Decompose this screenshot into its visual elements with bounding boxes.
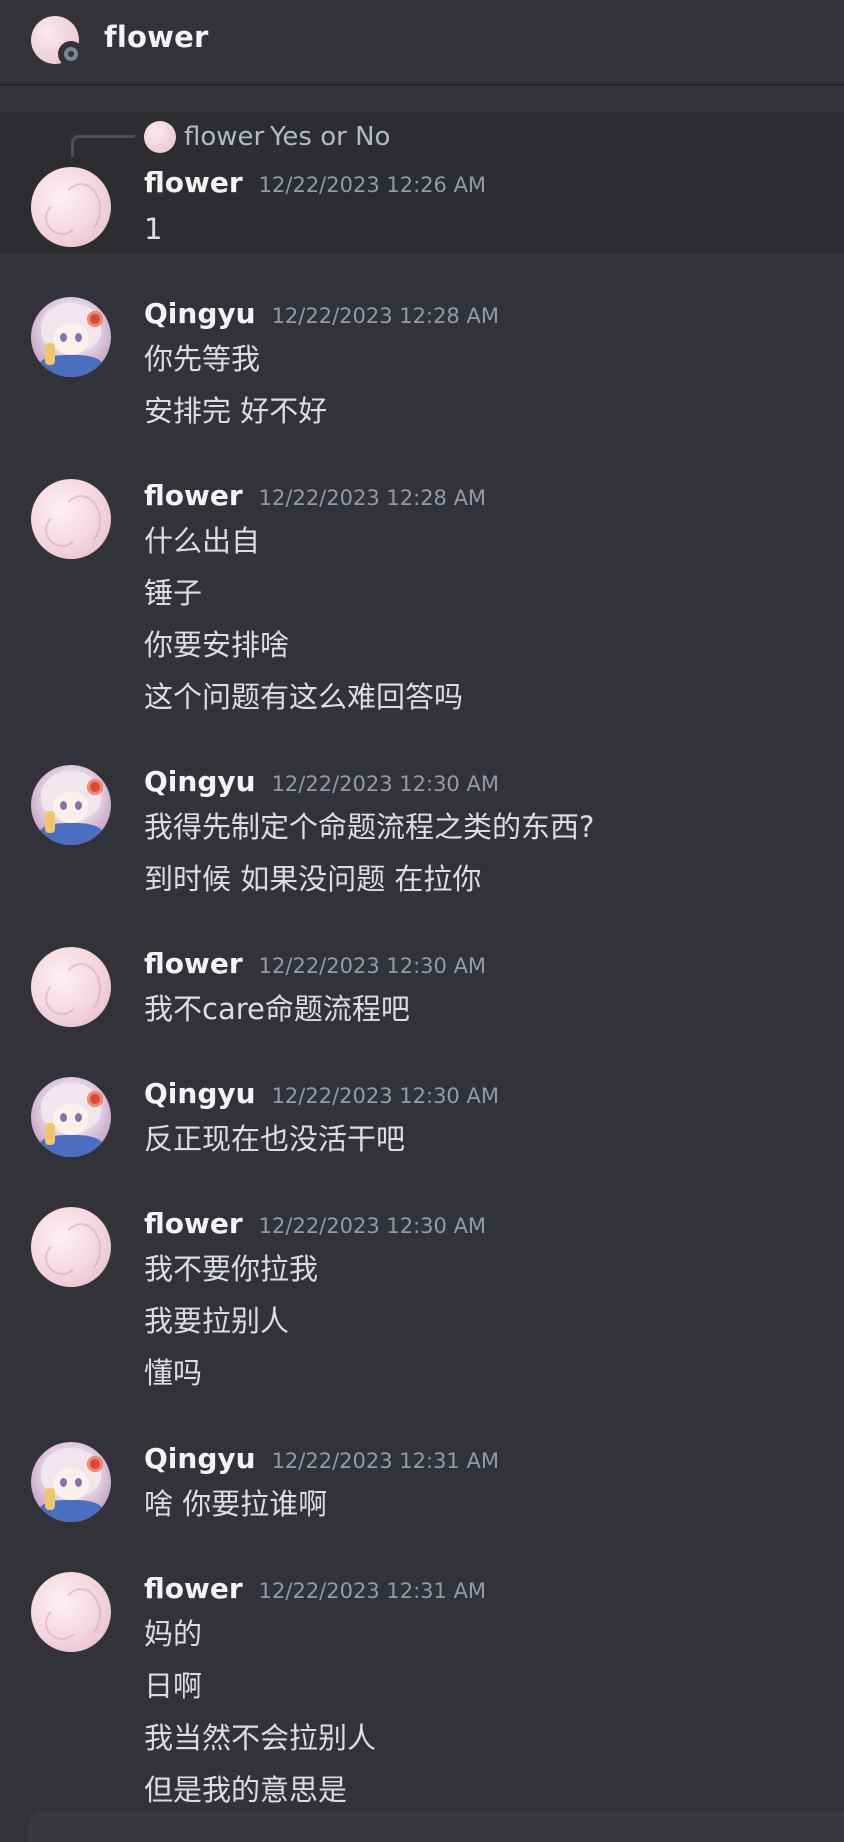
message-text: 安排完 好不好 <box>144 394 328 428</box>
message-text: 锤子 <box>144 576 203 610</box>
message-timestamp: 12/22/2023 12:30 AM <box>271 772 499 796</box>
message-timestamp: 12/22/2023 12:26 AM <box>258 173 487 197</box>
message-author[interactable]: Qingyu <box>144 1442 256 1475</box>
message-timestamp: 12/22/2023 12:30 AM <box>271 1084 499 1108</box>
message-text: 我不要你拉我 <box>144 1252 319 1286</box>
message-text: 我得先制定个命题流程之类的东西? <box>144 810 595 844</box>
message-author[interactable]: flower <box>144 1572 243 1605</box>
message-author[interactable]: flower <box>144 1207 243 1240</box>
message-text: 我要拉别人 <box>144 1304 290 1338</box>
message-author[interactable]: flower <box>144 947 243 980</box>
avatar[interactable] <box>31 1207 111 1287</box>
message-timestamp: 12/22/2023 12:28 AM <box>258 486 487 510</box>
message-text: 但是我的意思是 <box>144 1773 348 1807</box>
avatar[interactable] <box>31 479 111 559</box>
message-text: 反正现在也没活干吧 <box>144 1122 406 1156</box>
message-author[interactable]: Qingyu <box>144 297 256 330</box>
message-text: 你要安排啥 <box>144 628 290 662</box>
message-author[interactable]: flower <box>144 479 243 512</box>
avatar[interactable] <box>31 1077 111 1157</box>
avatar[interactable] <box>31 167 111 247</box>
avatar[interactable] <box>31 1442 111 1522</box>
message-text: 你先等我 <box>144 342 261 376</box>
reply-avatar[interactable] <box>144 121 176 153</box>
avatar[interactable] <box>31 297 111 377</box>
message-timestamp: 12/22/2023 12:31 AM <box>258 1579 487 1603</box>
message-text: 我当然不会拉别人 <box>144 1721 377 1755</box>
message-text: 啥 你要拉谁啊 <box>144 1487 328 1521</box>
message-author[interactable]: Qingyu <box>144 1077 256 1110</box>
reply-spine-icon <box>71 135 135 157</box>
reply-preview-text[interactable]: Yes or No <box>270 121 390 153</box>
message-text: 到时候 如果没问题 在拉你 <box>144 862 482 896</box>
channel-title[interactable]: flower <box>104 20 208 54</box>
message-text: 妈的 <box>144 1617 203 1651</box>
message-composer[interactable] <box>28 1812 844 1842</box>
message-author[interactable]: flower <box>144 166 243 199</box>
message-timestamp: 12/22/2023 12:30 AM <box>258 954 487 978</box>
message-author[interactable]: Qingyu <box>144 765 256 798</box>
message-text: 这个问题有这么难回答吗 <box>144 680 464 714</box>
message-timestamp: 12/22/2023 12:28 AM <box>271 304 499 328</box>
avatar[interactable] <box>31 947 111 1027</box>
offline-status-icon <box>58 41 84 67</box>
message-text: 我不care命题流程吧 <box>144 992 410 1026</box>
message-text: 1 <box>144 212 163 246</box>
message-timestamp: 12/22/2023 12:31 AM <box>271 1449 499 1473</box>
avatar[interactable] <box>31 765 111 845</box>
message-text: 日啊 <box>144 1669 203 1703</box>
message-timestamp: 12/22/2023 12:30 AM <box>258 1214 487 1238</box>
message-text: 什么出自 <box>144 524 261 558</box>
channel-header: flower <box>0 0 844 86</box>
avatar[interactable] <box>31 1572 111 1652</box>
message-text: 懂吗 <box>144 1356 203 1390</box>
reply-author[interactable]: flower <box>184 121 264 153</box>
